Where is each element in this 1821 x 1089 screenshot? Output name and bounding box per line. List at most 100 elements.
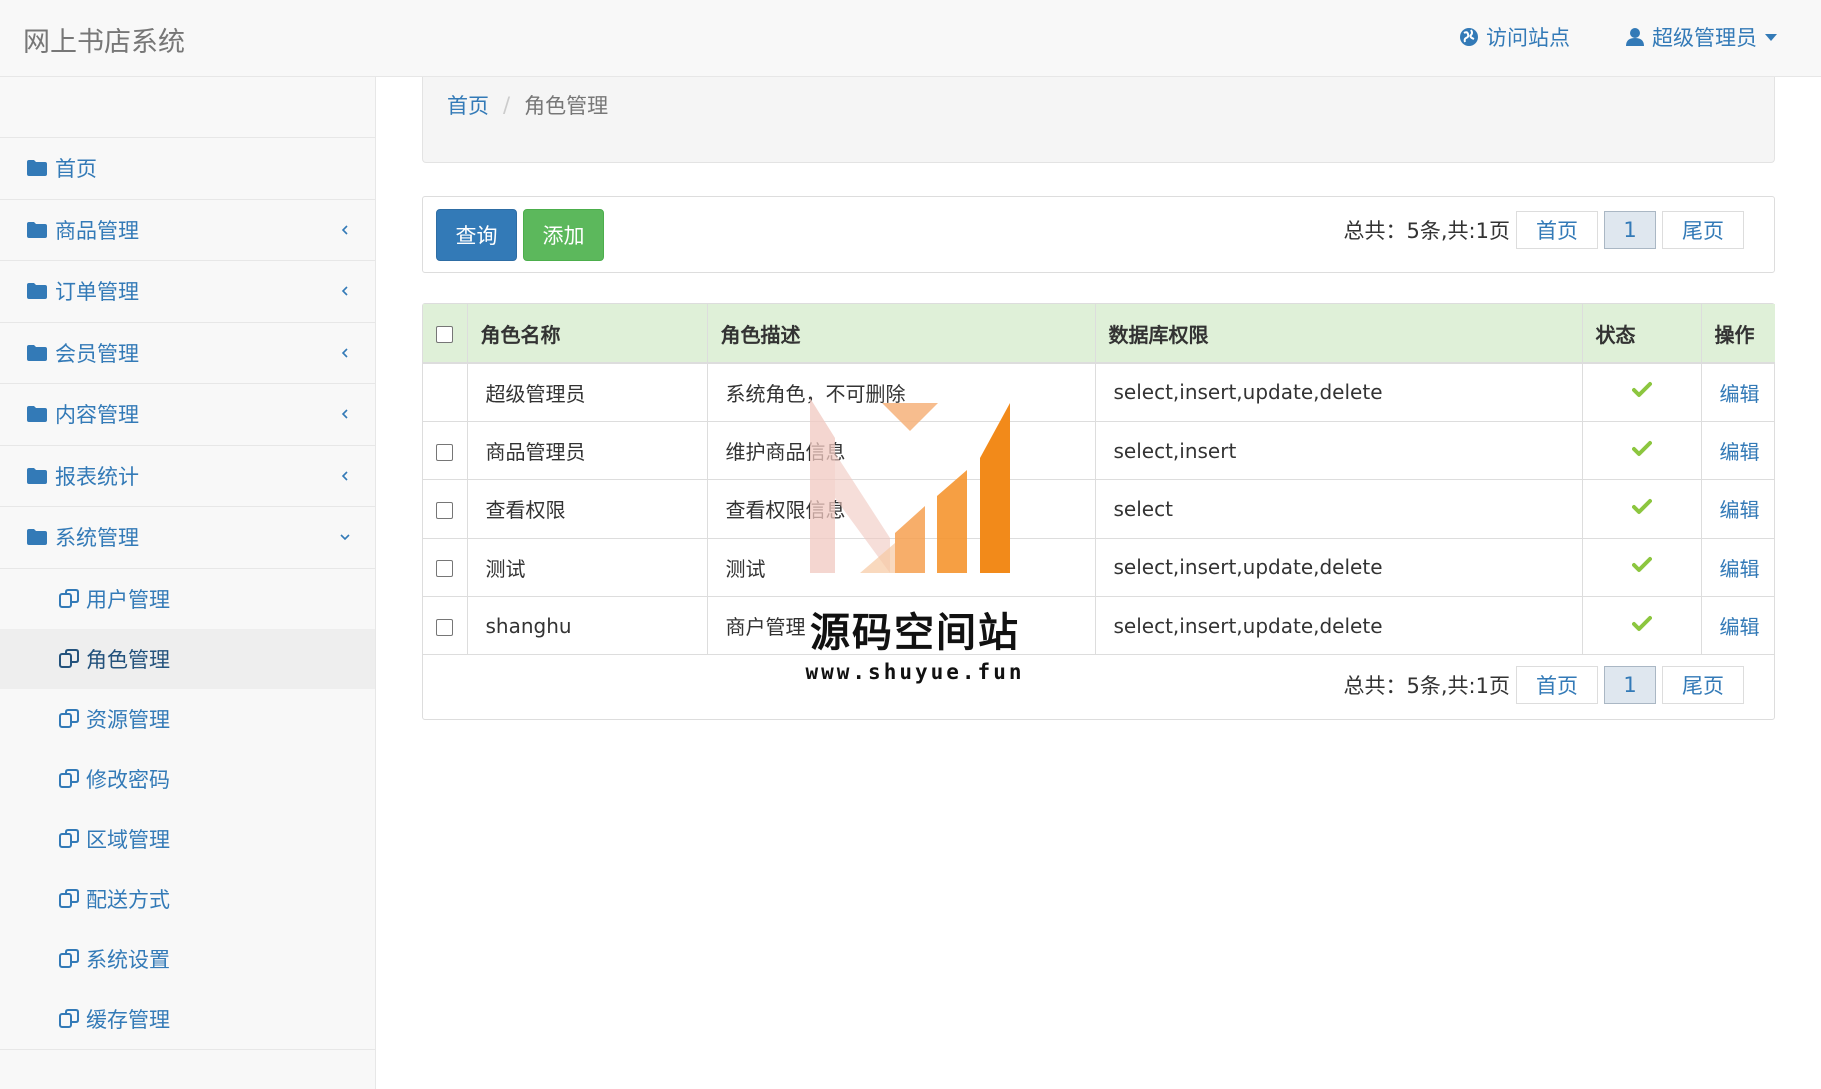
sidebar-subitem-cache[interactable]: 缓存管理 bbox=[0, 989, 375, 1049]
current-page-button[interactable]: 1 bbox=[1604, 211, 1656, 249]
sidebar-subitem-label: 角色管理 bbox=[86, 647, 170, 672]
user-menu-dropdown[interactable]: 超级管理员 bbox=[1624, 22, 1777, 52]
edit-link[interactable]: 编辑 bbox=[1720, 440, 1760, 464]
edit-link[interactable]: 编辑 bbox=[1720, 498, 1760, 522]
role-name: 超级管理员 bbox=[467, 363, 708, 422]
sidebar-item-members[interactable]: 会员管理 bbox=[0, 323, 375, 384]
edit-link[interactable]: 编辑 bbox=[1720, 615, 1760, 639]
chevron-down-icon bbox=[340, 534, 350, 541]
app-brand[interactable]: 网上书店系统 bbox=[23, 20, 185, 59]
breadcrumb-home-link[interactable]: 首页 bbox=[447, 90, 489, 120]
row-checkbox-cell bbox=[423, 421, 468, 480]
sidebar-item-label: 会员管理 bbox=[55, 341, 139, 366]
sidebar-item-label: 报表统计 bbox=[55, 464, 139, 489]
current-page-button[interactable]: 1 bbox=[1604, 666, 1656, 704]
sidebar-subitem-users[interactable]: 用户管理 bbox=[0, 569, 375, 629]
edit-link[interactable]: 编辑 bbox=[1720, 557, 1760, 581]
role-permissions: select,insert,update,delete bbox=[1095, 596, 1583, 655]
roles-table-panel: 角色名称 角色描述 数据库权限 状态 操作 超级管理员 系统角色，不可删除 se… bbox=[422, 303, 1775, 720]
column-header: 操作 bbox=[1701, 304, 1775, 364]
chevron-left-icon bbox=[341, 286, 348, 296]
query-button[interactable]: 查询 bbox=[436, 209, 517, 261]
globe-icon bbox=[1458, 26, 1480, 48]
row-checkbox[interactable] bbox=[436, 501, 454, 519]
sidebar-item-home[interactable]: 首页 bbox=[0, 138, 375, 200]
sidebar: 首页 商品管理 订单管理 会员管理 内容管理 报表统计 系统管理 用户管理 角色… bbox=[0, 77, 376, 1089]
breadcrumb: 首页 / 角色管理 bbox=[422, 77, 1775, 163]
last-page-button[interactable]: 尾页 bbox=[1662, 211, 1744, 249]
sidebar-item-label: 首页 bbox=[55, 157, 97, 182]
breadcrumb-trail: 首页 / 角色管理 bbox=[447, 90, 608, 120]
sidebar-subitem-password[interactable]: 修改密码 bbox=[0, 749, 375, 809]
role-name: 查看权限 bbox=[467, 479, 708, 539]
table-row: 超级管理员 系统角色，不可删除 select,insert,update,del… bbox=[423, 363, 1775, 422]
toolbar-panel: 查询 添加 总共：5条,共:1页 首页 1 尾页 bbox=[422, 196, 1775, 273]
sidebar-subitem-label: 用户管理 bbox=[86, 587, 170, 612]
chevron-left-icon bbox=[341, 409, 348, 419]
row-checkbox[interactable] bbox=[436, 443, 454, 461]
edit-link[interactable]: 编辑 bbox=[1720, 382, 1760, 406]
row-checkbox[interactable] bbox=[436, 560, 454, 578]
table-row: 测试 测试 select,insert,update,delete 编辑 bbox=[423, 538, 1775, 597]
sidebar-item-products[interactable]: 商品管理 bbox=[0, 200, 375, 261]
role-status bbox=[1582, 363, 1702, 422]
role-status bbox=[1582, 421, 1702, 480]
column-header: 状态 bbox=[1582, 304, 1702, 364]
copy-icon bbox=[59, 828, 79, 848]
copy-icon bbox=[59, 948, 79, 968]
folder-icon bbox=[27, 344, 47, 361]
check-icon bbox=[1631, 440, 1652, 456]
first-page-button[interactable]: 首页 bbox=[1516, 666, 1598, 704]
folder-icon bbox=[27, 529, 47, 546]
check-icon bbox=[1631, 615, 1652, 631]
visit-site-link[interactable]: 访问站点 bbox=[1458, 22, 1570, 52]
caret-down-icon bbox=[1765, 33, 1777, 41]
sidebar-subitem-roles[interactable]: 角色管理 bbox=[0, 628, 375, 689]
copy-icon bbox=[59, 768, 79, 788]
chevron-left-icon bbox=[341, 348, 348, 358]
chevron-left-icon bbox=[341, 225, 348, 235]
role-name: 商品管理员 bbox=[467, 421, 708, 480]
role-description: 商户管理 bbox=[707, 596, 1096, 655]
role-status bbox=[1582, 479, 1702, 539]
role-name: 测试 bbox=[467, 538, 708, 597]
copy-icon bbox=[59, 1008, 79, 1028]
folder-icon bbox=[27, 160, 47, 177]
add-button[interactable]: 添加 bbox=[523, 209, 604, 261]
select-all-checkbox[interactable] bbox=[436, 326, 454, 343]
user-icon bbox=[1624, 26, 1646, 48]
check-icon bbox=[1631, 498, 1652, 514]
pagination-top: 总共：5条,共:1页 首页 1 尾页 bbox=[1344, 211, 1744, 249]
breadcrumb-current: 角色管理 bbox=[524, 94, 609, 118]
copy-icon bbox=[59, 708, 79, 728]
sidebar-menu: 首页 商品管理 订单管理 会员管理 内容管理 报表统计 系统管理 用户管理 角色… bbox=[0, 137, 375, 1050]
user-menu-label: 超级管理员 bbox=[1652, 26, 1757, 50]
sidebar-item-orders[interactable]: 订单管理 bbox=[0, 261, 375, 323]
sidebar-item-content[interactable]: 内容管理 bbox=[0, 384, 375, 446]
role-description: 测试 bbox=[707, 538, 1096, 597]
sidebar-item-system[interactable]: 系统管理 bbox=[0, 507, 375, 569]
row-checkbox-cell bbox=[423, 363, 468, 422]
sidebar-subitem-label: 修改密码 bbox=[86, 767, 170, 792]
sidebar-subitem-label: 区域管理 bbox=[86, 827, 170, 852]
row-checkbox-cell bbox=[423, 479, 468, 539]
folder-icon bbox=[27, 283, 47, 300]
chevron-left-icon bbox=[341, 471, 348, 481]
role-permissions: select,insert,update,delete bbox=[1095, 363, 1583, 422]
visit-site-label: 访问站点 bbox=[1486, 26, 1570, 50]
last-page-button[interactable]: 尾页 bbox=[1662, 666, 1744, 704]
pagination-total: 总共：5条,共:1页 bbox=[1343, 674, 1510, 698]
role-permissions: select bbox=[1095, 479, 1583, 539]
sidebar-subitem-regions[interactable]: 区域管理 bbox=[0, 809, 375, 869]
column-header: 角色名称 bbox=[467, 304, 708, 364]
row-checkbox[interactable] bbox=[436, 618, 454, 636]
copy-icon bbox=[59, 888, 79, 908]
first-page-button[interactable]: 首页 bbox=[1516, 211, 1598, 249]
copy-icon bbox=[59, 648, 79, 668]
sidebar-subitem-label: 资源管理 bbox=[86, 707, 170, 732]
sidebar-subitem-shipping[interactable]: 配送方式 bbox=[0, 869, 375, 929]
sidebar-item-reports[interactable]: 报表统计 bbox=[0, 446, 375, 507]
sidebar-subitem-settings[interactable]: 系统设置 bbox=[0, 929, 375, 989]
sidebar-subitem-label: 系统设置 bbox=[86, 947, 170, 972]
sidebar-subitem-resources[interactable]: 资源管理 bbox=[0, 689, 375, 749]
